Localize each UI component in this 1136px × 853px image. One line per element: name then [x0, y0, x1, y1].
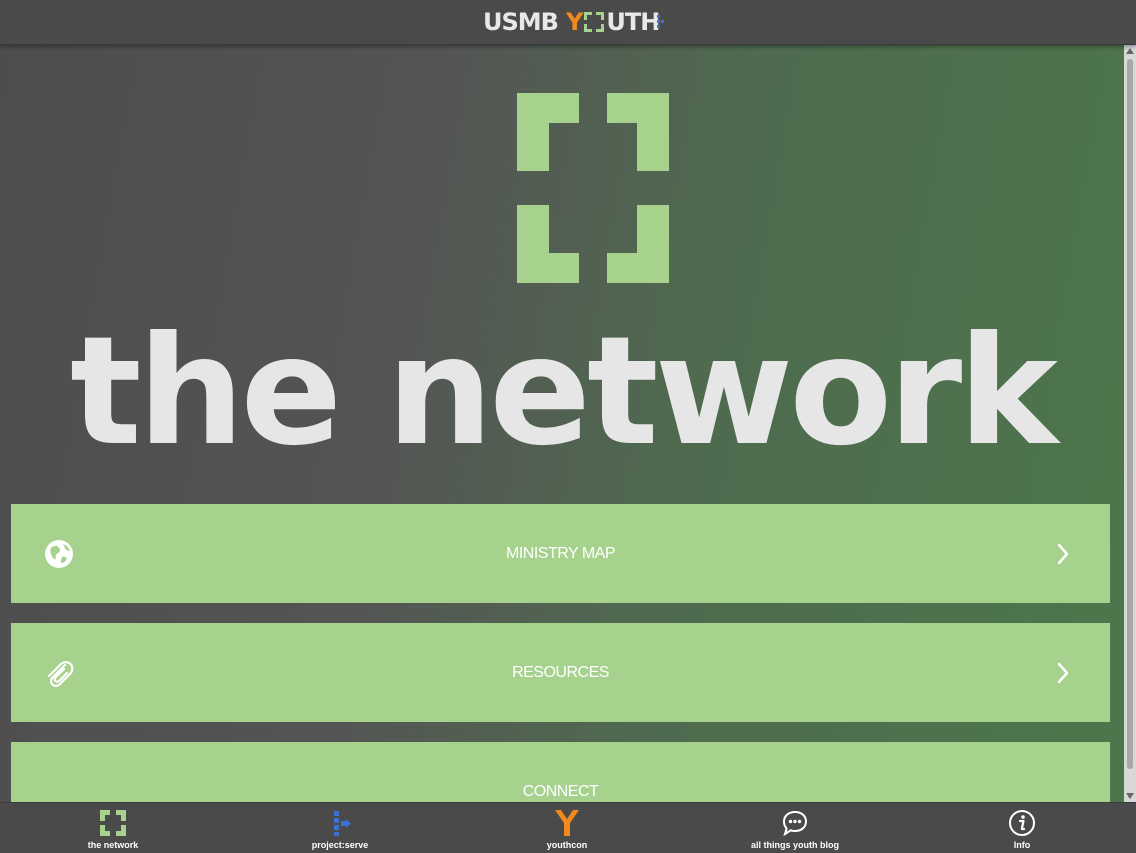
chevron-right-icon	[1057, 662, 1069, 684]
app-header: USMB Y UTH	[0, 0, 1136, 45]
menu-item-connect[interactable]: CONNECT	[11, 742, 1110, 802]
menu-item-label: MINISTRY MAP	[506, 544, 615, 562]
tab-info[interactable]: Info	[952, 803, 1092, 853]
main-content[interactable]: the network MINISTRY MAP RESOURCES CONNE…	[0, 45, 1124, 802]
youthcon-y-icon	[555, 810, 579, 836]
usmb-youth-logo: USMB Y UTH	[483, 8, 665, 36]
tab-label: project:serve	[311, 840, 369, 850]
menu-item-label: RESOURCES	[512, 663, 609, 681]
tab-label: all things youth blog	[751, 840, 839, 850]
info-icon	[1009, 810, 1035, 836]
tab-all-things-youth-blog[interactable]: all things youth blog	[725, 803, 865, 853]
logo-arrow-icon	[657, 15, 665, 28]
tab-project-serve[interactable]: project:serve	[270, 803, 410, 853]
logo-network-o-icon	[584, 12, 605, 32]
vertical-scrollbar[interactable]	[1124, 45, 1136, 802]
scroll-down-arrow-icon[interactable]	[1126, 793, 1134, 799]
logo-youth-y: Y	[565, 8, 583, 36]
page-title: the network	[69, 305, 1058, 479]
tab-label: the network	[87, 840, 139, 850]
tab-label: youthcon	[546, 840, 588, 850]
chat-bubble-icon	[782, 810, 808, 837]
scrollbar-thumb[interactable]	[1127, 59, 1133, 769]
tab-label: Info	[1013, 840, 1031, 850]
logo-youth-text: Y UTH	[566, 8, 665, 36]
tab-the-network[interactable]: the network	[43, 803, 183, 853]
chevron-right-icon	[1057, 543, 1069, 565]
menu-item-ministry-map[interactable]: MINISTRY MAP	[11, 504, 1110, 603]
menu-item-resources[interactable]: RESOURCES	[11, 623, 1110, 722]
bottom-tab-bar: the network project:serve youthcon all t…	[0, 802, 1136, 852]
network-brackets-icon	[100, 810, 126, 836]
scroll-up-arrow-icon[interactable]	[1126, 48, 1134, 54]
logo-usmb-text: USMB	[483, 8, 559, 36]
tab-youthcon[interactable]: youthcon	[497, 803, 637, 853]
network-brackets-icon	[517, 93, 669, 283]
logo-youth-rest: UTH	[606, 8, 660, 36]
menu-item-label: CONNECT	[522, 782, 599, 800]
project-serve-icon	[334, 811, 351, 836]
